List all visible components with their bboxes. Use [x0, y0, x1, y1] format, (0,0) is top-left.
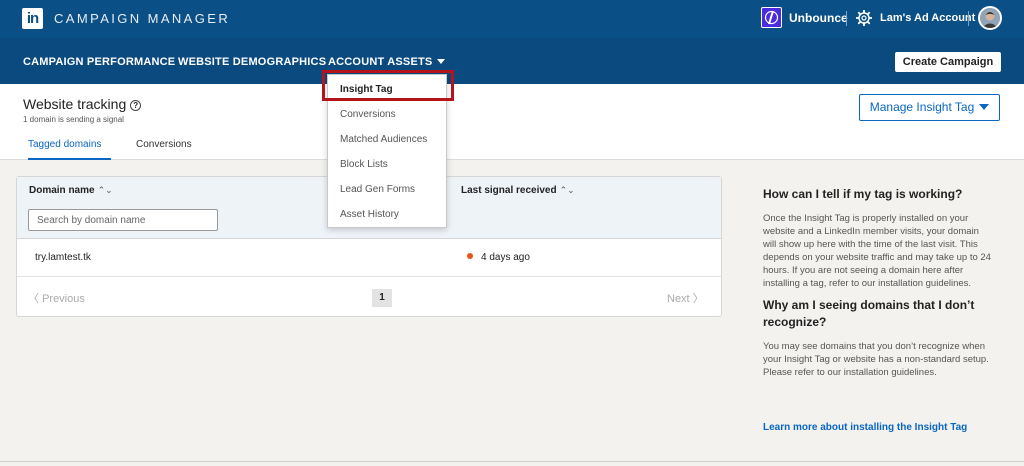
highlight-box	[322, 70, 454, 101]
column-header-last-signal[interactable]: Last signal received ⌃⌄	[461, 185, 575, 196]
status-dot-icon	[467, 253, 473, 259]
nav-campaign-performance[interactable]: CAMPAIGN PERFORMANCE	[23, 56, 175, 68]
next-label: Next	[667, 293, 690, 305]
page-title-text: Website tracking	[23, 96, 127, 112]
page-number[interactable]: 1	[372, 289, 392, 307]
account-logo-icon[interactable]	[761, 7, 782, 28]
menu-item-block-lists[interactable]: Block Lists	[340, 159, 388, 170]
sort-icon[interactable]: ⌃⌄	[560, 185, 575, 196]
help-question-2: Why am I seeing domains that I don’t rec…	[763, 298, 975, 329]
page-header: Website tracking? 1 domain is sending a …	[0, 84, 1024, 160]
divider	[0, 461, 1024, 462]
last-signal-cell: 4 days ago	[467, 252, 530, 263]
sort-icon[interactable]: ⌃⌄	[98, 185, 113, 196]
app-title: CAMPAIGN MANAGER	[54, 11, 231, 26]
next-page-button[interactable]: Next 〉	[667, 290, 704, 306]
tab-tagged-domains-label: Tagged domains	[28, 139, 102, 150]
nav-account-assets-label: ACCOUNT ASSETS	[328, 56, 433, 68]
create-campaign-button[interactable]: Create Campaign	[895, 52, 1001, 72]
chevron-right-icon: 〉	[692, 293, 704, 305]
linkedin-logo[interactable]: in	[22, 8, 43, 29]
menu-item-matched-audiences[interactable]: Matched Audiences	[340, 134, 427, 145]
domain-cell: try.lamtest.tk	[35, 252, 91, 263]
menu-item-lead-gen-forms[interactable]: Lead Gen Forms	[340, 184, 415, 195]
top-bar: in CAMPAIGN MANAGER Unbounce Lam's Ad Ac…	[0, 0, 1024, 38]
table-row[interactable]: try.lamtest.tk 4 days ago	[17, 239, 721, 277]
gear-icon[interactable]	[855, 9, 873, 27]
search-input[interactable]	[28, 209, 218, 231]
divider	[968, 11, 969, 26]
menu-item-asset-history[interactable]: Asset History	[340, 209, 399, 220]
previous-page-button[interactable]: 〈 Previous	[28, 290, 85, 306]
page-title: Website tracking?	[23, 96, 142, 112]
caret-down-icon	[979, 104, 990, 110]
previous-label: Previous	[42, 293, 85, 305]
tab-tagged-domains[interactable]: Tagged domains	[28, 139, 111, 160]
ad-account-selector[interactable]: Lam's Ad Account	[880, 12, 975, 24]
column-header-last-signal-label: Last signal received	[461, 185, 557, 196]
page-subtitle: 1 domain is sending a signal	[23, 115, 124, 124]
account-name[interactable]: Unbounce	[789, 11, 848, 25]
manage-insight-tag-button[interactable]: Manage Insight Tag	[859, 94, 1000, 121]
help-question-1: How can I tell if my tag is working?	[763, 187, 963, 201]
chevron-left-icon: 〈	[28, 293, 39, 305]
help-icon[interactable]: ?	[130, 100, 142, 111]
last-signal-text: 4 days ago	[481, 252, 530, 263]
help-panel: How can I tell if my tag is working? Onc…	[763, 186, 993, 379]
menu-item-conversions[interactable]: Conversions	[340, 109, 396, 120]
column-header-domain[interactable]: Domain name ⌃⌄	[29, 185, 113, 196]
column-header-domain-label: Domain name	[29, 185, 95, 196]
help-answer-1: Once the Insight Tag is properly install…	[763, 213, 991, 289]
nav-account-assets[interactable]: ACCOUNT ASSETS	[328, 56, 446, 68]
caret-down-icon	[437, 59, 446, 64]
nav-bar: CAMPAIGN PERFORMANCE WEBSITE DEMOGRAPHIC…	[0, 38, 1024, 84]
nav-website-demographics[interactable]: WEBSITE DEMOGRAPHICS	[178, 56, 326, 68]
tab-conversions[interactable]: Conversions	[136, 139, 192, 160]
divider	[846, 11, 847, 26]
insight-tag-help-link[interactable]: Learn more about installing the Insight …	[763, 422, 967, 433]
avatar[interactable]	[978, 6, 1002, 30]
pagination: 〈 Previous 1 Next 〉	[17, 277, 721, 317]
manage-insight-tag-label: Manage Insight Tag	[869, 100, 975, 114]
help-answer-2: You may see domains that you don’t recog…	[763, 341, 989, 378]
